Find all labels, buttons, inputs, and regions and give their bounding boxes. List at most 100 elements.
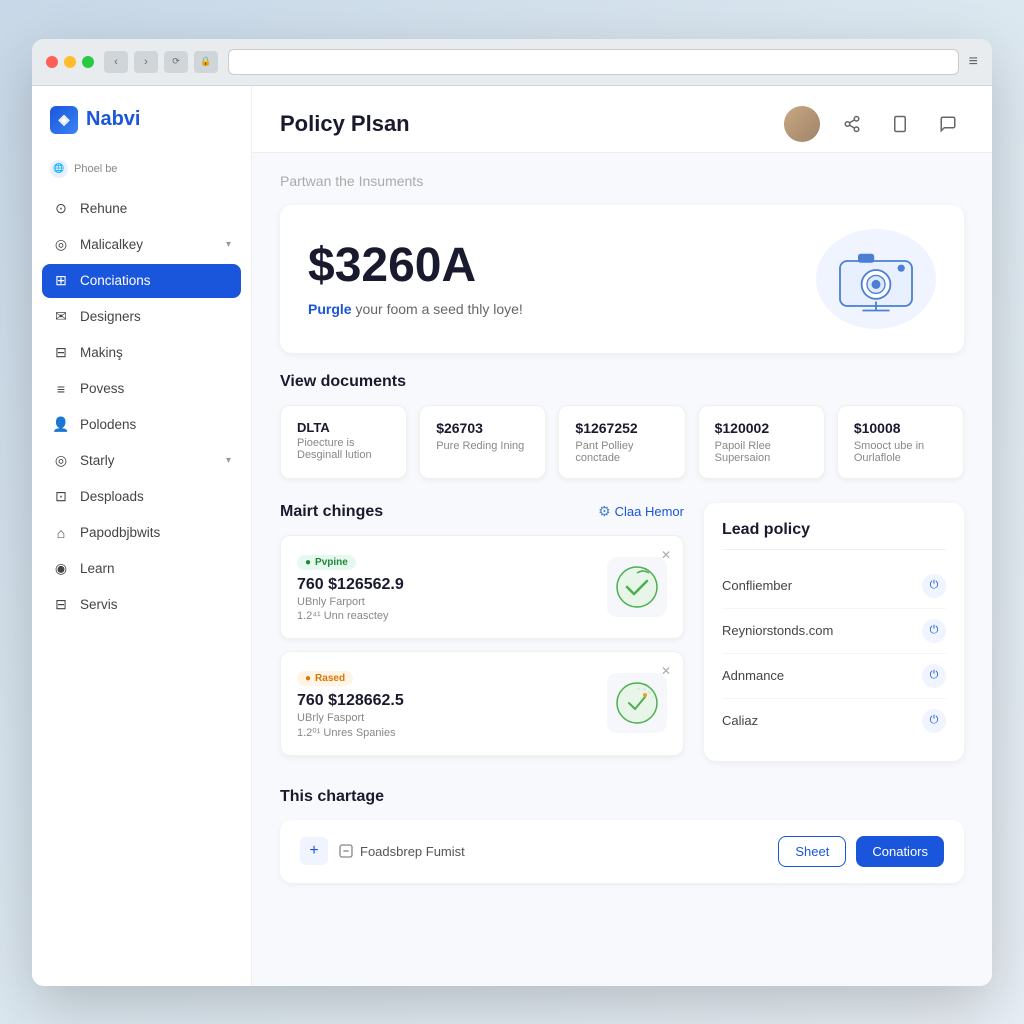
breadcrumb: Partwan the Insuments [280, 173, 964, 189]
back-button[interactable]: ‹ [104, 51, 128, 73]
change-amount-0: 760 $126562.9 [297, 576, 593, 594]
lead-policy-column: Lead policy Confliember ⏻ Reyniorstonds.… [704, 503, 964, 768]
tablet-icon [891, 115, 909, 133]
lead-policy-label-2: Adnmance [722, 668, 784, 683]
chevron-icon: ▾ [226, 239, 231, 250]
shield-button[interactable]: 🔒 [194, 51, 218, 73]
hero-illustration [816, 229, 936, 329]
sidebar-item-servis[interactable]: ⊟ Servis [42, 588, 241, 622]
servis-icon: ⊟ [52, 596, 70, 614]
doc-card-subtitle-1: Pure Reding Ining [436, 440, 529, 452]
camera-illustration [831, 239, 921, 319]
change-icon-wrap-1 [607, 673, 667, 733]
dot-yellow[interactable] [64, 56, 76, 68]
sidebar-label-rehune: Rehune [80, 201, 231, 216]
doc-card-amount-1: $26703 [436, 420, 529, 436]
avatar[interactable] [784, 106, 820, 142]
change-badge-label-0: Pvpine [315, 557, 348, 568]
lead-policy-action-1[interactable]: ⏻ [922, 619, 946, 643]
sidebar-item-learn[interactable]: ◉ Learn [42, 552, 241, 586]
doc-card-subtitle-4: Smooct ube in Ourlaflole [854, 440, 947, 464]
address-bar[interactable] [228, 49, 959, 75]
change-close-1[interactable]: ✕ [661, 664, 671, 678]
sidebar-label-learn: Learn [80, 561, 231, 576]
change-close-0[interactable]: ✕ [661, 548, 671, 562]
sidebar-item-rehune[interactable]: ⊙ Rehune [42, 192, 241, 226]
breadcrumb-text: Partwan the [280, 173, 355, 189]
doc-card-2[interactable]: $1267252 Pant Polliey conctade [558, 405, 685, 479]
hero-left: $3260A Purgle your foom a seed thly loye… [308, 240, 523, 317]
share-button[interactable] [836, 108, 868, 140]
lead-policy-label-1: Reyniorstonds.com [722, 623, 833, 638]
sidebar-item-designers[interactable]: ✉ Designers [42, 300, 241, 334]
chartage-section-title: This chartage [280, 788, 964, 806]
lead-policy-action-2[interactable]: ⏻ [922, 664, 946, 688]
making-icon: ⊟ [52, 344, 70, 362]
sidebar-item-papodbjbwits[interactable]: ⌂ Papodbjbwits [42, 516, 241, 550]
sidebar-item-desploads[interactable]: ⊡ Desploads [42, 480, 241, 514]
sidebar-item-starly[interactable]: ◎ Starly ▾ [42, 444, 241, 478]
change-badge-label-1: Rased [315, 673, 345, 684]
changes-link[interactable]: ⚙ Claa Hemor [598, 503, 684, 520]
conatiors-button[interactable]: Conatiors [856, 836, 944, 867]
chartage-label: Foadsbrep Fumist [338, 843, 465, 859]
doc-card-subtitle-0: Pioecture is Desginall lution [297, 437, 390, 461]
lead-policy-item-3: Caliaz ⏻ [722, 699, 946, 743]
learn-icon: ◉ [52, 560, 70, 578]
lead-policy-action-0[interactable]: ⏻ [922, 574, 946, 598]
browser-menu[interactable]: ≡ [969, 53, 978, 71]
two-col-section: Mairt chinges ⚙ Claa Hemor ● P [280, 503, 964, 768]
sidebar-label-desploads: Desploads [80, 489, 231, 504]
change-desc2-0: 1.2⁴¹ Unn reasctey [297, 610, 593, 622]
change-card-1: ● Rased 760 $128662.5 UBrly Fasport 1.2⁰… [280, 651, 684, 756]
chartage-plus-button[interactable]: + [300, 837, 328, 865]
papodbjbwits-icon: ⌂ [52, 524, 70, 542]
sidebar-item-polodens[interactable]: 👤 Polodens [42, 408, 241, 442]
rehune-icon: ⊙ [52, 200, 70, 218]
povess-icon: ≡ [52, 380, 70, 398]
doc-card-amount-3: $120002 [715, 420, 808, 436]
documents-section-title: View documents [280, 373, 964, 391]
doc-card-4[interactable]: $10008 Smooct ube in Ourlaflole [837, 405, 964, 479]
lead-policy-label-3: Caliaz [722, 713, 758, 728]
doc-card-3[interactable]: $120002 Papoil Rlee Supersaion [698, 405, 825, 479]
desploads-icon: ⊡ [52, 488, 70, 506]
docs-grid: DLTA Pioecture is Desginall lution $2670… [280, 405, 964, 479]
content-area: Partwan the Insuments $3260A Purgle your… [252, 153, 992, 903]
lead-policy-item-0: Confliember ⏻ [722, 564, 946, 609]
change-amount-1: 760 $128662.5 [297, 692, 593, 710]
sidebar-item-malicalkey[interactable]: ◎ Malicalkey ▾ [42, 228, 241, 262]
lead-policy-action-3[interactable]: ⏻ [922, 709, 946, 733]
tablet-button[interactable] [884, 108, 916, 140]
page-title: Policy Plsan [280, 111, 410, 137]
refresh-button[interactable]: ⟳ [164, 51, 188, 73]
hero-subtitle-pre: Purgle [308, 301, 352, 317]
browser-chrome: ‹ › ⟳ 🔒 ≡ [32, 39, 992, 86]
hero-subtitle: Purgle your foom a seed thly loye! [308, 301, 523, 317]
sidebar-item-povess[interactable]: ≡ Povess [42, 372, 241, 406]
dot-red[interactable] [46, 56, 58, 68]
changes-column: Mairt chinges ⚙ Claa Hemor ● P [280, 503, 684, 768]
doc-card-amount-2: $1267252 [575, 420, 668, 436]
doc-card-1[interactable]: $26703 Pure Reding Ining [419, 405, 546, 479]
logo-text: Nabvi [86, 108, 140, 131]
lead-policy-item-2: Adnmance ⏻ [722, 654, 946, 699]
doc-card-subtitle-2: Pant Polliey conctade [575, 440, 668, 464]
chat-button[interactable] [932, 108, 964, 140]
hero-card: $3260A Purgle your foom a seed thly loye… [280, 205, 964, 353]
chartage-section: + Foadsbrep Fumist Sheet Conatiors [280, 820, 964, 883]
sidebar-item-making[interactable]: ⊟ Makinş [42, 336, 241, 370]
breadcrumb-sub: Insuments [359, 173, 424, 189]
dot-green[interactable] [82, 56, 94, 68]
sheet-button[interactable]: Sheet [778, 836, 846, 867]
change-desc1-0: UBnly Farport [297, 596, 593, 608]
sidebar-item-conciations[interactable]: ⊞ Conciations [42, 264, 241, 298]
change-card-0: ● Pvpine 760 $126562.9 UBnly Farport 1.2… [280, 535, 684, 639]
sidebar-label-povess: Povess [80, 381, 231, 396]
share-icon [843, 115, 861, 133]
sidebar-label-polodens: Polodens [80, 417, 231, 432]
doc-card-subtitle-3: Papoil Rlee Supersaion [715, 440, 808, 464]
forward-button[interactable]: › [134, 51, 158, 73]
doc-card-0[interactable]: DLTA Pioecture is Desginall lution [280, 405, 407, 479]
lead-policy-label-0: Confliember [722, 578, 792, 593]
